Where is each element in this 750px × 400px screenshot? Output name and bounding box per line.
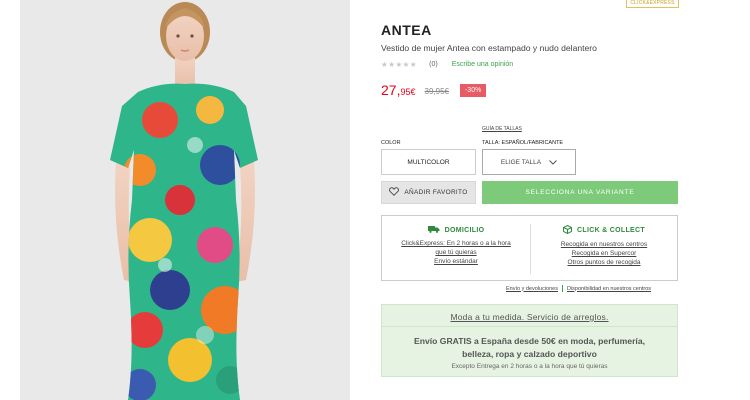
box-icon xyxy=(563,224,573,236)
price-row: 27, 95€ 39,95€ -30% xyxy=(381,82,487,98)
price-decimal: 95€ xyxy=(400,86,416,97)
size-label: TALLA: ESPAÑOL/FABRICANTE xyxy=(482,140,564,146)
color-label: COLOR xyxy=(381,140,401,146)
rating-stars-icon: ★★★★★ xyxy=(381,59,418,69)
click-express-link-cont[interactable]: que tú quieras xyxy=(382,248,530,257)
home-delivery-title: DOMICILIO xyxy=(382,225,530,235)
free-shipping-line-1: Envío GRATIS a España desde 50€ en moda,… xyxy=(414,336,645,346)
click-collect-label: CLICK & COLLECT xyxy=(577,227,645,234)
select-variant-label: SELECCIONA UNA VARIANTE xyxy=(525,189,635,196)
add-favorite-button[interactable]: AÑADIR FAVORITO xyxy=(381,181,476,204)
info-links: Envío y devoluciones Disponibilidad en n… xyxy=(506,285,651,292)
size-select-label: ELIGE TALLA xyxy=(500,158,542,166)
chevron-down-icon xyxy=(549,159,557,165)
home-delivery-column: DOMICILIO Click&Express: En 2 horas o a … xyxy=(382,216,530,280)
free-shipping-line-2: belleza, ropa y calzado deportivo xyxy=(462,349,597,359)
home-delivery-label: DOMICILIO xyxy=(444,226,485,234)
shipping-returns-link[interactable]: Envío y devoluciones xyxy=(506,286,558,292)
click-express-badge: CLICK&EXPRESS xyxy=(626,0,679,8)
free-shipping-note: Excepto Entrega en 2 horas o a la hora q… xyxy=(451,363,608,370)
click-express-link[interactable]: Click&Express: En 2 horas o a la hora xyxy=(382,239,530,248)
link-separator xyxy=(561,285,563,292)
product-image[interactable] xyxy=(20,0,350,400)
discount-badge: -30% xyxy=(459,83,487,97)
product-brand: ANTEA xyxy=(381,22,432,38)
product-title: Vestido de mujer Antea con estampado y n… xyxy=(381,43,597,53)
add-favorite-label: AÑADIR FAVORITO xyxy=(404,189,468,196)
size-select[interactable]: ELIGE TALLA xyxy=(482,149,576,175)
click-collect-title: CLICK & COLLECT xyxy=(530,224,678,236)
delivery-options: DOMICILIO Click&Express: En 2 horas o a … xyxy=(381,215,678,281)
select-variant-button[interactable]: SELECCIONA UNA VARIANTE xyxy=(482,181,678,204)
tailoring-service-link[interactable]: Moda a tu medida. Servicio de arreglos. xyxy=(382,312,677,322)
truck-icon xyxy=(427,225,440,235)
rating-row: ★★★★★ (0) Escribe una opinión xyxy=(381,59,513,69)
promo-divider xyxy=(382,326,677,327)
store-pickup-link[interactable]: Recogida en nuestros centros xyxy=(530,240,678,249)
size-guide-link[interactable]: GUÍA DE TALLAS xyxy=(482,126,522,132)
review-count: (0) xyxy=(429,60,438,68)
color-option[interactable]: MULTICOLOR xyxy=(381,149,476,175)
write-review-link[interactable]: Escribe una opinión xyxy=(452,61,514,68)
click-collect-column: CLICK & COLLECT Recogida en nuestros cen… xyxy=(530,216,678,280)
store-availability-link[interactable]: Disponibilidad en nuestros centros xyxy=(567,286,651,292)
promo-box: Moda a tu medida. Servicio de arreglos. … xyxy=(381,304,678,377)
heart-icon xyxy=(389,187,400,198)
color-option-label: MULTICOLOR xyxy=(407,158,450,166)
old-price: 39,95€ xyxy=(424,86,449,96)
other-pickup-link[interactable]: Otros puntos de recogida xyxy=(530,258,678,267)
supercor-pickup-link[interactable]: Recogida en Supercor xyxy=(530,249,678,258)
price-integer: 27, xyxy=(381,82,401,98)
standard-shipping-link[interactable]: Envío estándar xyxy=(382,257,530,266)
free-shipping-text: Envío GRATIS a España desde 50€ en moda,… xyxy=(382,335,677,361)
